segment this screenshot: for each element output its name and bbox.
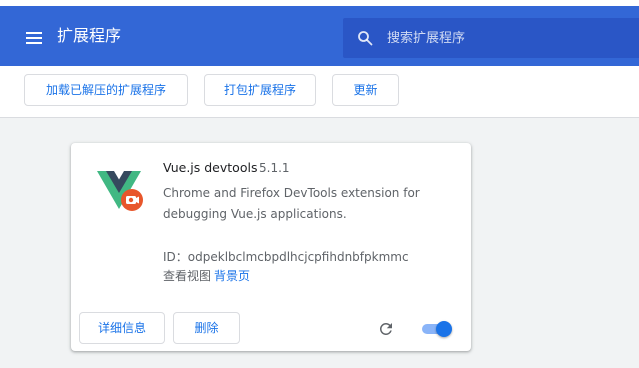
vue-logo-icon <box>97 171 143 211</box>
search-input[interactable] <box>387 28 627 48</box>
extension-card: Vue.js devtools 5.1.1 Chrome and Firefox… <box>71 143 471 351</box>
extension-id-value: odpeklbclmcbpdlhcjcpfihdnbfpkmmc <box>187 250 409 264</box>
inspect-views: 查看视图 背景页 <box>163 267 250 284</box>
inspect-views-label: 查看视图 <box>163 269 212 283</box>
page-title: 扩展程序 <box>57 26 122 45</box>
update-button[interactable]: 更新 <box>332 74 399 106</box>
extension-id-label: ID： <box>163 250 188 264</box>
extension-description: Chrome and Firefox DevTools extension fo… <box>163 186 420 221</box>
enable-toggle[interactable] <box>420 321 452 337</box>
card-footer: 详细信息 删除 <box>71 304 471 351</box>
reload-icon[interactable] <box>377 320 395 338</box>
remove-button[interactable]: 删除 <box>173 312 240 344</box>
pack-extension-button[interactable]: 打包扩展程序 <box>204 74 316 106</box>
background-page-link[interactable]: 背景页 <box>214 269 250 283</box>
search-icon <box>358 31 373 46</box>
load-unpacked-button[interactable]: 加载已解压的扩展程序 <box>24 74 188 106</box>
toggle-knob <box>436 321 452 337</box>
developer-toolbar: 加载已解压的扩展程序 打包扩展程序 更新 <box>0 66 639 118</box>
menu-icon[interactable] <box>24 28 44 48</box>
extension-id: ID：odpeklbclmcbpdlhcjcpfihdnbfpkmmc <box>163 248 409 265</box>
details-button[interactable]: 详细信息 <box>79 312 165 344</box>
extension-version: 5.1.1 <box>259 161 290 175</box>
search-box[interactable] <box>343 18 639 58</box>
app-header: 扩展程序 <box>0 0 639 66</box>
extension-name: Vue.js devtools <box>163 160 258 175</box>
